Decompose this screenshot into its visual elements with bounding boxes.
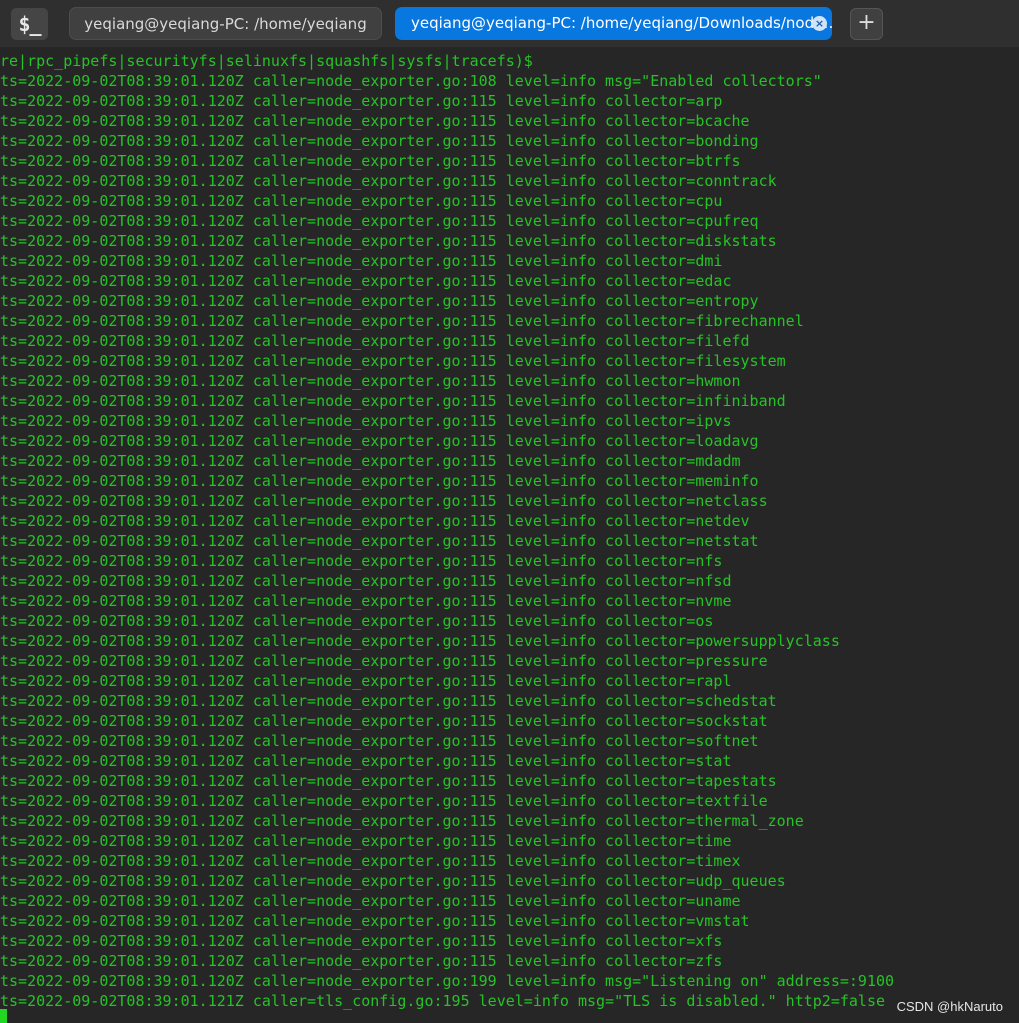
terminal-line: ts=2022-09-02T08:39:01.120Z caller=node_… (0, 832, 732, 850)
terminal-line: ts=2022-09-02T08:39:01.120Z caller=node_… (0, 172, 777, 190)
terminal-line: ts=2022-09-02T08:39:01.120Z caller=node_… (0, 352, 786, 370)
terminal-output[interactable]: re|rpc_pipefs|securityfs|selinuxfs|squas… (0, 50, 1019, 1023)
terminal-line: ts=2022-09-02T08:39:01.120Z caller=node_… (0, 732, 759, 750)
terminal-line: ts=2022-09-02T08:39:01.120Z caller=node_… (0, 492, 768, 510)
terminal-line: ts=2022-09-02T08:39:01.120Z caller=node_… (0, 212, 759, 230)
terminal-line: ts=2022-09-02T08:39:01.120Z caller=node_… (0, 112, 750, 130)
terminal-line: ts=2022-09-02T08:39:01.120Z caller=node_… (0, 892, 741, 910)
terminal-line: ts=2022-09-02T08:39:01.120Z caller=node_… (0, 572, 732, 590)
terminal-line: ts=2022-09-02T08:39:01.120Z caller=node_… (0, 972, 895, 990)
tab-home-yeqiang[interactable]: yeqiang@yeqiang-PC: /home/yeqiang (69, 7, 382, 40)
terminal-line: ts=2022-09-02T08:39:01.120Z caller=node_… (0, 632, 840, 650)
terminal-line: ts=2022-09-02T08:39:01.120Z caller=node_… (0, 852, 741, 870)
terminal-line: ts=2022-09-02T08:39:01.120Z caller=node_… (0, 532, 759, 550)
terminal-line: ts=2022-09-02T08:39:01.120Z caller=node_… (0, 932, 723, 950)
terminal-app-icon[interactable]: $_ (11, 8, 48, 40)
terminal-line: ts=2022-09-02T08:39:01.120Z caller=node_… (0, 72, 822, 90)
terminal-line: ts=2022-09-02T08:39:01.120Z caller=node_… (0, 872, 786, 890)
terminal-line: ts=2022-09-02T08:39:01.120Z caller=node_… (0, 612, 714, 630)
terminal-line: ts=2022-09-02T08:39:01.120Z caller=node_… (0, 132, 759, 150)
terminal-line: ts=2022-09-02T08:39:01.120Z caller=node_… (0, 812, 804, 830)
terminal-cursor (0, 1009, 7, 1023)
terminal-line: ts=2022-09-02T08:39:01.120Z caller=node_… (0, 472, 759, 490)
terminal-line: ts=2022-09-02T08:39:01.120Z caller=node_… (0, 152, 741, 170)
terminal-line: ts=2022-09-02T08:39:01.120Z caller=node_… (0, 912, 750, 930)
terminal-line: ts=2022-09-02T08:39:01.120Z caller=node_… (0, 592, 732, 610)
terminal-line: ts=2022-09-02T08:39:01.120Z caller=node_… (0, 512, 750, 530)
terminal-line: ts=2022-09-02T08:39:01.120Z caller=node_… (0, 92, 723, 110)
terminal-line: ts=2022-09-02T08:39:01.120Z caller=node_… (0, 652, 768, 670)
watermark: CSDN @hkNaruto (896, 999, 1003, 1014)
terminal-line: ts=2022-09-02T08:39:01.120Z caller=node_… (0, 272, 732, 290)
terminal-line: ts=2022-09-02T08:39:01.120Z caller=node_… (0, 232, 777, 250)
terminal-line: ts=2022-09-02T08:39:01.120Z caller=node_… (0, 692, 777, 710)
terminal-line: ts=2022-09-02T08:39:01.121Z caller=tls_c… (0, 992, 886, 1010)
terminal-line: ts=2022-09-02T08:39:01.120Z caller=node_… (0, 752, 732, 770)
terminal-line: ts=2022-09-02T08:39:01.120Z caller=node_… (0, 952, 723, 970)
new-tab-button[interactable]: + (850, 8, 883, 40)
terminal-line: ts=2022-09-02T08:39:01.120Z caller=node_… (0, 552, 723, 570)
terminal-line: ts=2022-09-02T08:39:01.120Z caller=node_… (0, 712, 768, 730)
terminal-line: ts=2022-09-02T08:39:01.120Z caller=node_… (0, 432, 759, 450)
terminal-line: re|rpc_pipefs|securityfs|selinuxfs|squas… (0, 52, 533, 70)
terminal-line: ts=2022-09-02T08:39:01.120Z caller=node_… (0, 772, 777, 790)
terminal-line: ts=2022-09-02T08:39:01.120Z caller=node_… (0, 672, 732, 690)
terminal-line: ts=2022-09-02T08:39:01.120Z caller=node_… (0, 312, 804, 330)
close-tab-icon[interactable]: × (812, 16, 827, 31)
terminal-line: ts=2022-09-02T08:39:01.120Z caller=node_… (0, 252, 723, 270)
terminal-line: ts=2022-09-02T08:39:01.120Z caller=node_… (0, 332, 750, 350)
tab-downloads-node[interactable]: yeqiang@yeqiang-PC: /home/yeqiang/Downlo… (395, 7, 832, 40)
terminal-line: ts=2022-09-02T08:39:01.120Z caller=node_… (0, 392, 786, 410)
terminal-line: ts=2022-09-02T08:39:01.120Z caller=node_… (0, 192, 723, 210)
title-bar: $_ yeqiang@yeqiang-PC: /home/yeqiang yeq… (0, 0, 1019, 47)
terminal-line: ts=2022-09-02T08:39:01.120Z caller=node_… (0, 292, 759, 310)
terminal-line: ts=2022-09-02T08:39:01.120Z caller=node_… (0, 412, 732, 430)
terminal-line: ts=2022-09-02T08:39:01.120Z caller=node_… (0, 372, 741, 390)
terminal-line: ts=2022-09-02T08:39:01.120Z caller=node_… (0, 792, 768, 810)
terminal-line: ts=2022-09-02T08:39:01.120Z caller=node_… (0, 452, 741, 470)
